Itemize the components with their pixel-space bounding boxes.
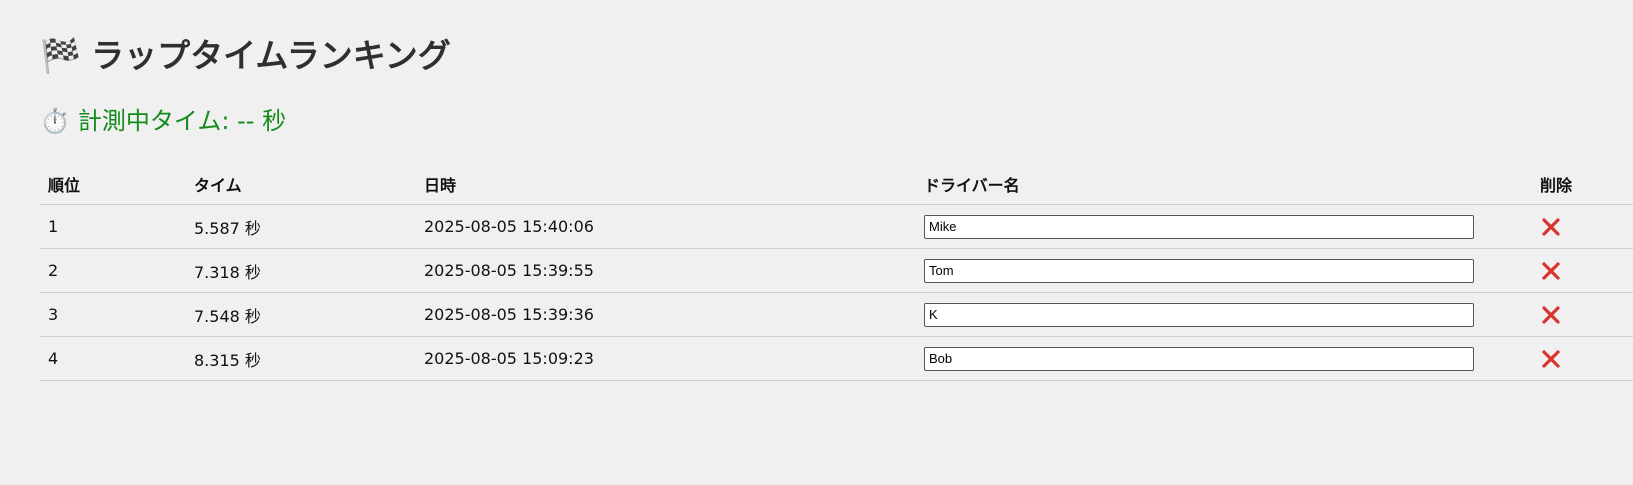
driver-cell: [916, 292, 1532, 337]
table-row: 1 5.587 秒 2025-08-05 15:40:06: [40, 204, 1633, 249]
stopwatch-icon: ⏱️: [40, 107, 70, 135]
column-header-datetime: 日時: [416, 164, 916, 205]
column-header-delete: 削除: [1532, 164, 1633, 205]
table-row: 2 7.318 秒 2025-08-05 15:39:55: [40, 248, 1633, 293]
delete-button[interactable]: [1540, 348, 1562, 370]
delete-button[interactable]: [1540, 260, 1562, 282]
time-cell: 7.548 秒: [186, 292, 416, 337]
datetime-cell: 2025-08-05 15:39:36: [416, 292, 916, 337]
rank-cell: 3: [40, 292, 186, 337]
close-icon: [1542, 305, 1560, 324]
driver-name-input[interactable]: [924, 302, 1474, 327]
rank-cell: 2: [40, 248, 186, 293]
driver-cell: [916, 248, 1532, 293]
delete-cell: [1532, 248, 1633, 293]
datetime-cell: 2025-08-05 15:40:06: [416, 204, 916, 249]
checkered-flag-icon: 🏁: [40, 36, 82, 75]
driver-name-input[interactable]: [924, 258, 1474, 283]
driver-cell: [916, 336, 1532, 381]
page-title-text: ラップタイムランキング: [91, 36, 451, 75]
timer-status: ⏱️ 計測中タイム: -- 秒: [40, 107, 286, 136]
column-header-rank: 順位: [40, 164, 186, 205]
driver-name-input[interactable]: [924, 346, 1474, 371]
page-title: 🏁 ラップタイムランキング: [40, 36, 451, 76]
delete-cell: [1532, 292, 1633, 337]
table-header-row: 順位 タイム 日時 ドライバー名 削除: [40, 164, 1633, 205]
table-row: 3 7.548 秒 2025-08-05 15:39:36: [40, 292, 1633, 337]
datetime-cell: 2025-08-05 15:09:23: [416, 336, 916, 381]
driver-cell: [916, 204, 1532, 249]
column-header-time: タイム: [186, 164, 416, 205]
ranking-table: 順位 タイム 日時 ドライバー名 削除 1 5.587 秒 2025-08-05…: [40, 164, 1633, 381]
timer-status-text: 計測中タイム: -- 秒: [77, 107, 287, 135]
column-header-driver: ドライバー名: [916, 164, 1532, 205]
time-cell: 7.318 秒: [186, 248, 416, 293]
datetime-cell: 2025-08-05 15:39:55: [416, 248, 916, 293]
time-cell: 8.315 秒: [186, 336, 416, 381]
delete-button[interactable]: [1540, 216, 1562, 238]
time-cell: 5.587 秒: [186, 204, 416, 249]
delete-cell: [1532, 336, 1633, 381]
page: 🏁 ラップタイムランキング ⏱️ 計測中タイム: -- 秒 順位 タイム 日時 ドラ…: [0, 0, 1633, 485]
rank-cell: 4: [40, 336, 186, 381]
delete-cell: [1532, 204, 1633, 249]
close-icon: [1542, 217, 1560, 236]
close-icon: [1542, 349, 1560, 368]
driver-name-input[interactable]: [924, 214, 1474, 239]
delete-button[interactable]: [1540, 304, 1562, 326]
table-row: 4 8.315 秒 2025-08-05 15:09:23: [40, 336, 1633, 381]
close-icon: [1542, 261, 1560, 280]
rank-cell: 1: [40, 204, 186, 249]
